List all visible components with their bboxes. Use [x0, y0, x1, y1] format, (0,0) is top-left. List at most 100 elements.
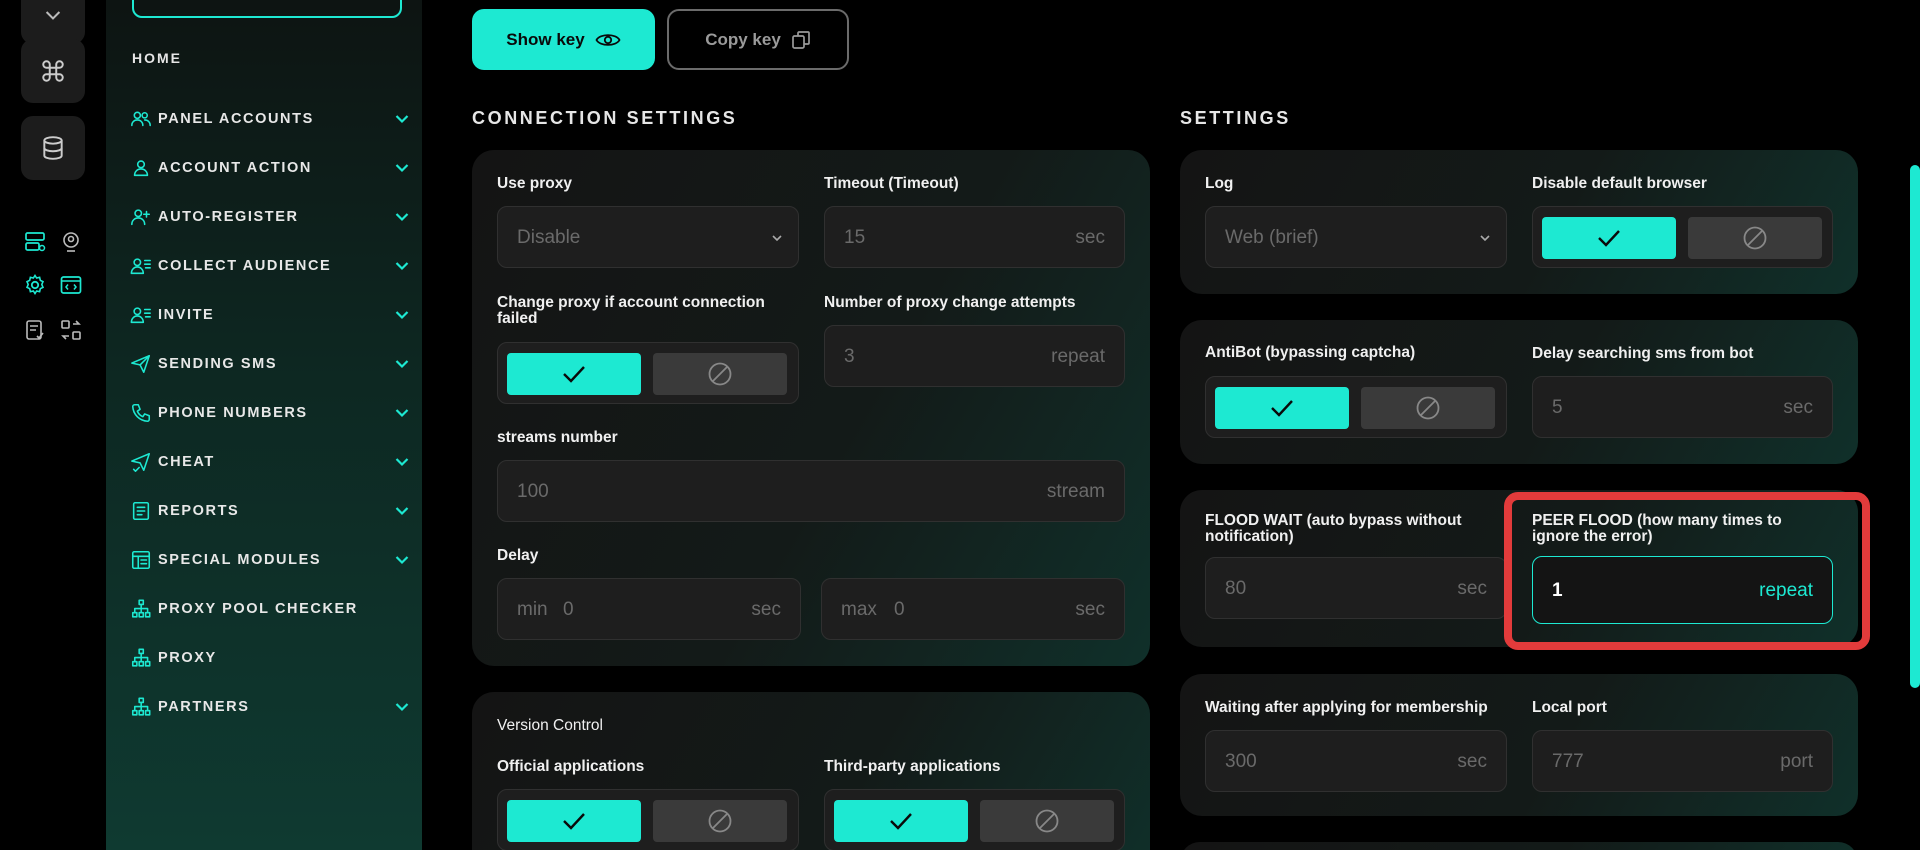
- code-window-icon[interactable]: [56, 270, 86, 300]
- chevron-rail-button[interactable]: [21, 0, 85, 44]
- toggle-off-option[interactable]: [980, 800, 1114, 842]
- third-party-apps-toggle[interactable]: [824, 789, 1125, 850]
- server-icon[interactable]: [20, 227, 50, 257]
- delay-sms-unit: sec: [1783, 397, 1813, 418]
- sidebar-item-cheat[interactable]: CHEAT: [130, 437, 410, 486]
- disabled-icon: [708, 809, 732, 833]
- user-pin-icon[interactable]: [56, 227, 86, 257]
- sidebar-item-partners[interactable]: PARTNERS: [130, 682, 410, 731]
- show-key-button[interactable]: Show key: [472, 9, 655, 70]
- flood-wait-input[interactable]: 80 sec: [1205, 557, 1507, 619]
- copy-key-label: Copy key: [705, 29, 781, 49]
- timeout-label: Timeout (Timeout): [824, 175, 959, 192]
- sidebar-item-proxy[interactable]: PROXY: [130, 633, 410, 682]
- timeout-input[interactable]: 15 sec: [824, 206, 1125, 268]
- chevron-down-icon: [395, 164, 409, 173]
- sidebar-item-phone-numbers[interactable]: PHONE NUMBERS: [130, 388, 410, 437]
- timeout-unit: sec: [1075, 227, 1105, 248]
- toggle-off-option[interactable]: [653, 800, 787, 842]
- sidebar-item-proxy-pool-checker[interactable]: PROXY POOL CHECKER: [130, 584, 410, 633]
- chevron-down-icon: [395, 311, 409, 320]
- toggle-off-option[interactable]: [653, 353, 787, 395]
- sidebar-item-label: AUTO-REGISTER: [158, 208, 299, 225]
- sidebar-item-collect-audience[interactable]: COLLECT AUDIENCE: [130, 241, 410, 290]
- waiting-input[interactable]: 300 sec: [1205, 730, 1507, 792]
- copy-key-button[interactable]: Copy key: [667, 9, 849, 70]
- disabled-icon: [1743, 226, 1767, 250]
- switch-icon[interactable]: [56, 315, 86, 345]
- sidebar-item-label: INVITE: [158, 306, 215, 323]
- change-proxy-toggle[interactable]: [497, 342, 799, 404]
- settings-icon[interactable]: [20, 270, 50, 300]
- peer-flood-value: 1: [1552, 580, 1563, 601]
- streams-input[interactable]: 100 stream: [497, 460, 1125, 522]
- sidebar-top-button[interactable]: [132, 0, 402, 18]
- delay-min-prefix: min: [517, 599, 548, 620]
- local-port-unit: port: [1780, 751, 1813, 772]
- toggle-on-option[interactable]: [507, 800, 641, 842]
- sidebar: HOME PANEL ACCOUNTS ACCOUNT ACTION AUTO-RE…: [106, 0, 422, 850]
- disabled-icon: [708, 362, 732, 386]
- chevron-down-icon: [395, 409, 409, 418]
- use-proxy-label: Use proxy: [497, 175, 572, 192]
- flood-wait-unit: sec: [1457, 578, 1487, 599]
- icon-rail: [0, 0, 106, 850]
- sidebar-item-reports[interactable]: REPORTS: [130, 486, 410, 535]
- delay-sms-label: Delay searching sms from bot: [1532, 345, 1754, 362]
- waiting-label: Waiting after applying for membership: [1205, 699, 1488, 716]
- proxy-attempts-input[interactable]: 3 repeat: [824, 325, 1125, 387]
- peer-flood-label: PEER FLOOD (how many times to ignore the…: [1532, 512, 1782, 545]
- delay-max-input[interactable]: max 0 sec: [821, 578, 1125, 640]
- antibot-toggle[interactable]: [1205, 376, 1507, 438]
- network-icon: [130, 647, 152, 669]
- delay-min-input[interactable]: min 0 sec: [497, 578, 801, 640]
- delay-min-unit: sec: [751, 599, 781, 620]
- waiting-value: 300: [1225, 751, 1257, 772]
- sidebar-home[interactable]: HOME: [132, 50, 182, 66]
- toggle-off-option[interactable]: [1688, 217, 1822, 259]
- disable-browser-toggle[interactable]: [1532, 206, 1833, 268]
- chevron-down-icon: [772, 235, 782, 242]
- sidebar-item-sending-sms[interactable]: SENDING SMS: [130, 339, 410, 388]
- copy-icon: [791, 30, 810, 49]
- delay-min-value: 0: [563, 599, 574, 620]
- sidebar-item-panel-accounts[interactable]: PANEL ACCOUNTS: [130, 94, 410, 143]
- sidebar-item-label: COLLECT AUDIENCE: [158, 257, 332, 274]
- document-check-icon[interactable]: [20, 315, 50, 345]
- sidebar-item-label: REPORTS: [158, 502, 240, 519]
- streams-unit: stream: [1046, 481, 1105, 502]
- sidebar-item-auto-register[interactable]: AUTO-REGISTER: [130, 192, 410, 241]
- sidebar-item-account-action[interactable]: ACCOUNT ACTION: [130, 143, 410, 192]
- log-select[interactable]: Web (brief): [1205, 206, 1507, 268]
- sidebar-item-label: PANEL ACCOUNTS: [158, 110, 314, 127]
- sidebar-item-label: PHONE NUMBERS: [158, 404, 308, 421]
- scrollbar[interactable]: [1910, 165, 1920, 688]
- delay-label: Delay: [497, 547, 539, 564]
- antibot-label: AntiBot (bypassing captcha): [1205, 344, 1416, 361]
- sidebar-item-label: PARTNERS: [158, 698, 250, 715]
- command-rail-button[interactable]: [21, 39, 85, 103]
- use-proxy-select[interactable]: Disable: [497, 206, 799, 268]
- command-icon: [42, 60, 64, 82]
- toggle-on-option[interactable]: [834, 800, 968, 842]
- chevron-down-icon: [1480, 235, 1490, 242]
- database-rail-button[interactable]: [21, 116, 85, 180]
- sidebar-item-invite[interactable]: INVITE: [130, 290, 410, 339]
- local-port-value: 777: [1552, 751, 1584, 772]
- official-apps-toggle[interactable]: [497, 789, 799, 850]
- toggle-off-option[interactable]: [1361, 387, 1495, 429]
- proxy-attempts-value: 3: [844, 346, 855, 367]
- check-icon: [563, 813, 585, 830]
- delay-sms-input[interactable]: 5 sec: [1532, 376, 1833, 438]
- local-port-input[interactable]: 777 port: [1532, 730, 1833, 792]
- toggle-on-option[interactable]: [507, 353, 641, 395]
- toggle-on-option[interactable]: [1542, 217, 1676, 259]
- peer-flood-input[interactable]: 1 repeat: [1532, 556, 1833, 624]
- sidebar-item-special-modules[interactable]: SPECIAL MODULES: [130, 535, 410, 584]
- delay-max-prefix: max: [841, 599, 877, 620]
- use-proxy-value: Disable: [517, 227, 581, 248]
- toggle-on-option[interactable]: [1215, 387, 1349, 429]
- log-label: Log: [1205, 175, 1234, 192]
- chevron-down-icon: [45, 11, 61, 20]
- user-list-icon: [130, 304, 152, 326]
